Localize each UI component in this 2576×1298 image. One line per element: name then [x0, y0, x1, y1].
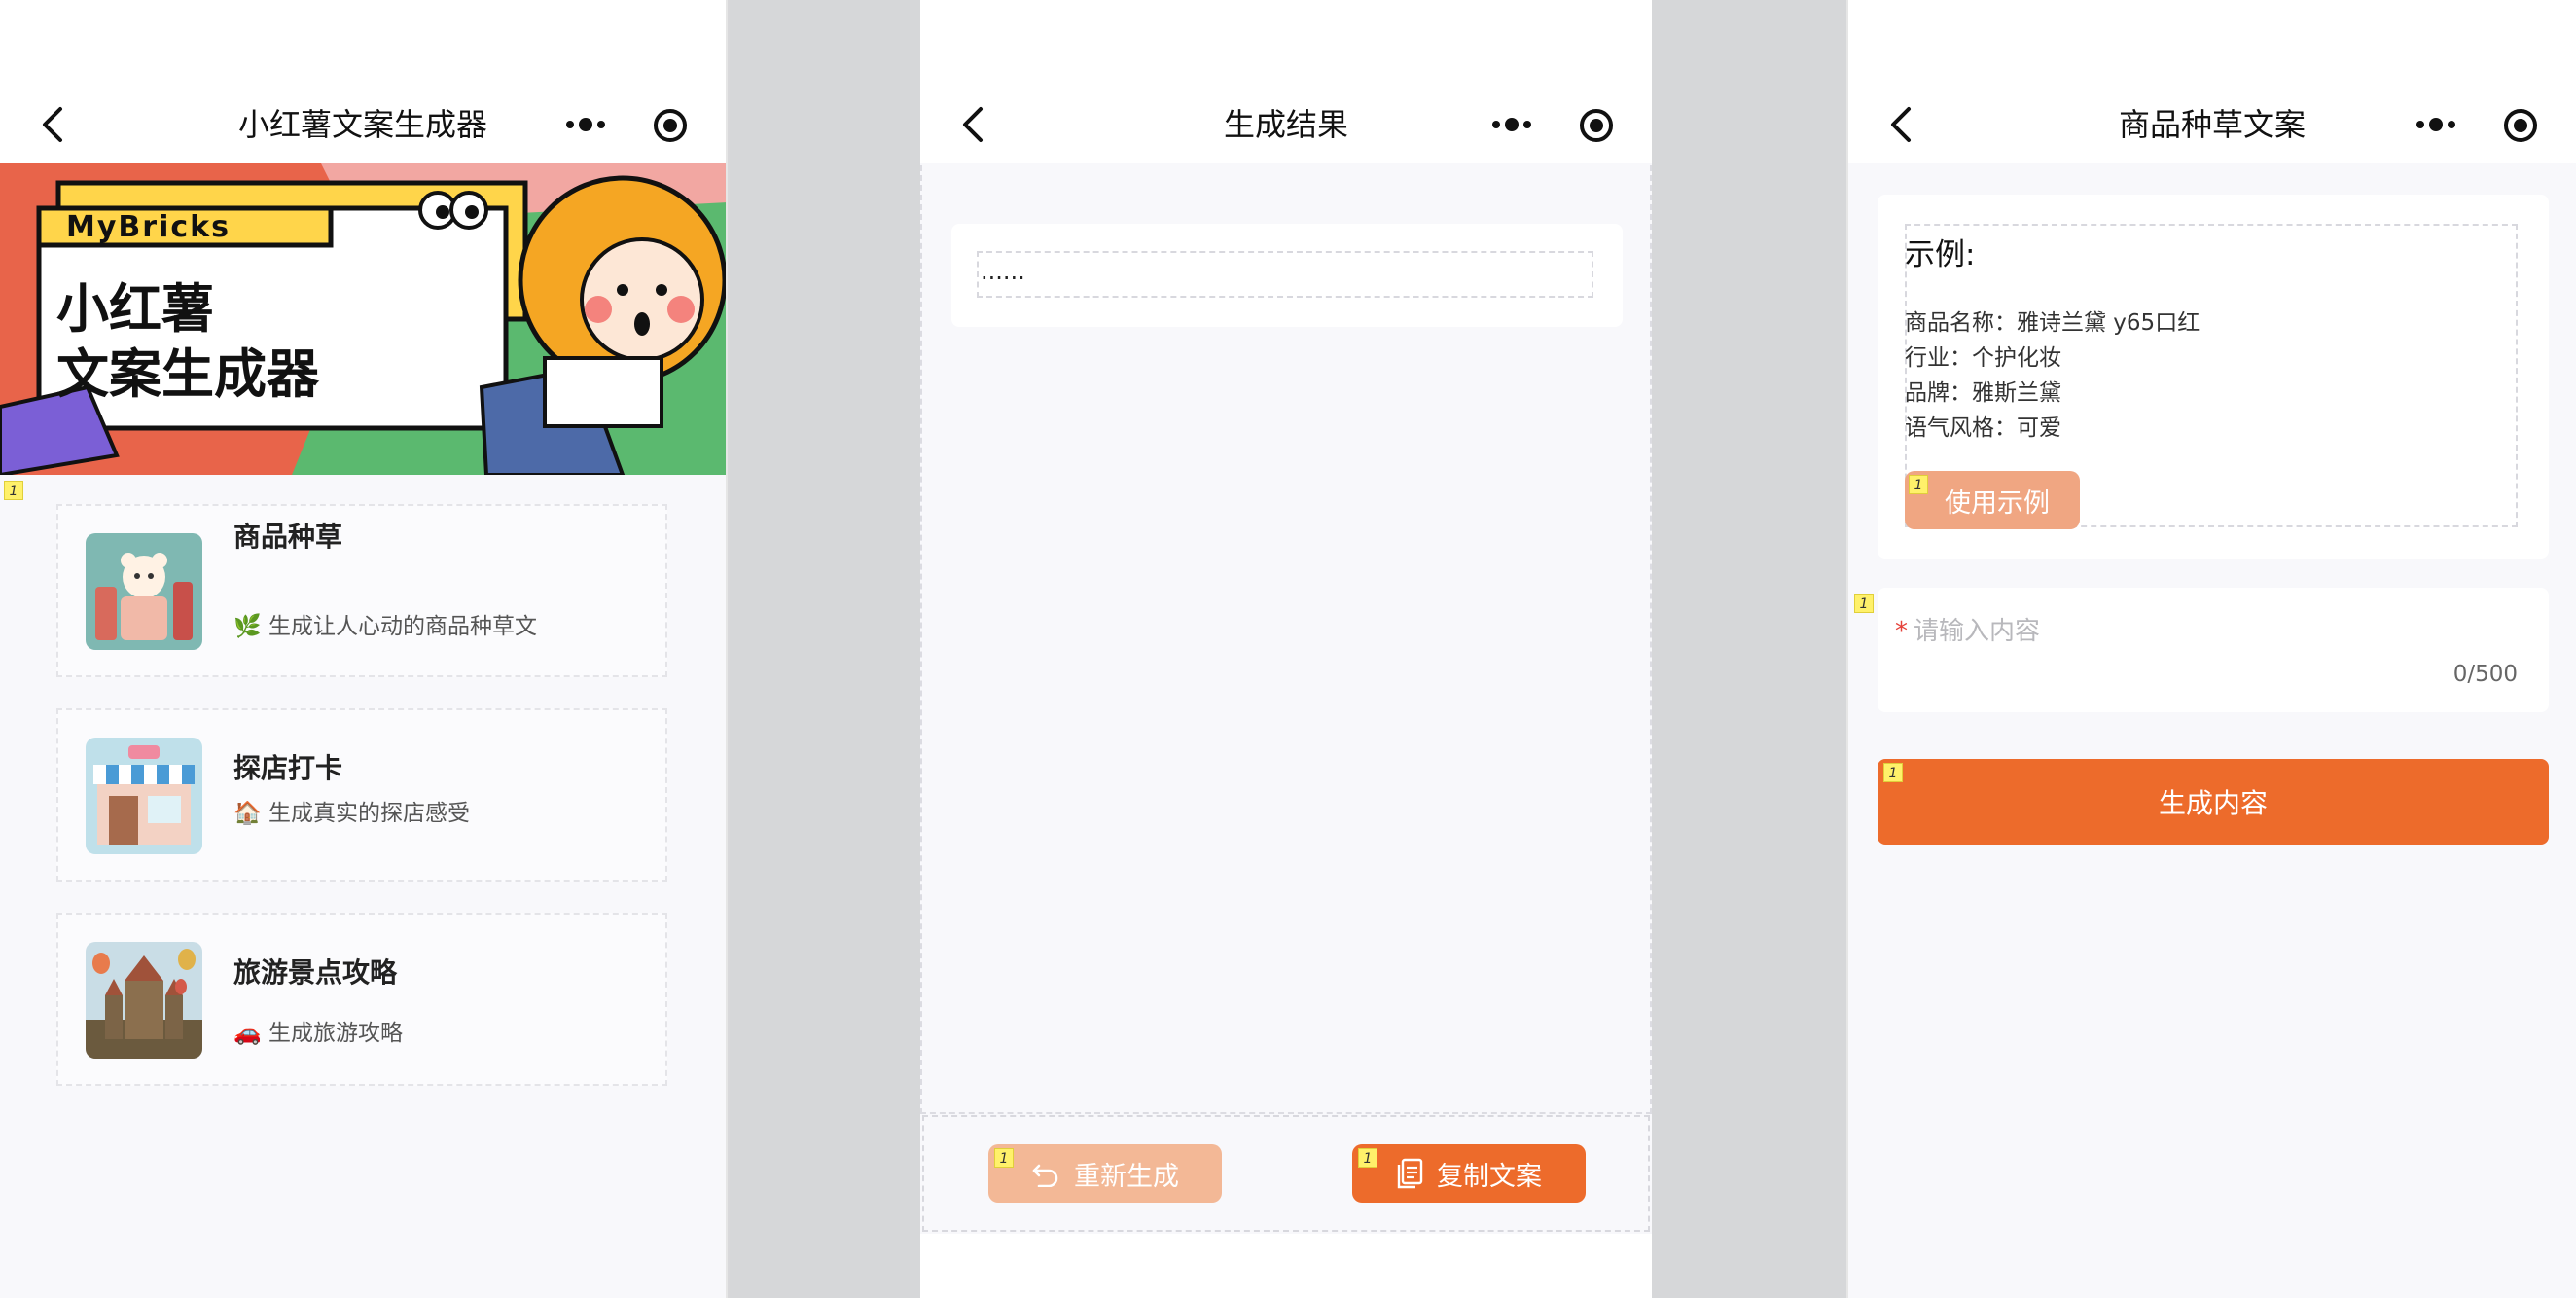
debug-badge: 1 [1883, 763, 1903, 782]
content-input-card[interactable] [1878, 588, 2549, 712]
copy-button[interactable]: 复制文案 [1352, 1144, 1586, 1203]
card-desc: 🚗 生成旅游攻略 [233, 1021, 403, 1046]
car-emoji-icon: 🚗 [233, 1021, 262, 1046]
category-card-product[interactable]: 商品种草 🌿 生成让人心动的商品种草文 [56, 504, 667, 677]
page-title: 生成结果 [1223, 106, 1348, 143]
copy-label: 复制文案 [1437, 1161, 1542, 1192]
generate-button[interactable]: 生成内容 [1878, 759, 2549, 845]
card-title: 商品种草 [233, 521, 343, 553]
nav-bar: 生成结果 [920, 0, 1652, 163]
result-text[interactable]: ...... [977, 251, 1593, 298]
thumbnail-storefront [86, 738, 202, 854]
screen-result: 生成结果 ...... 重新生成 1 复制文案 1 [920, 0, 1652, 1298]
hero-banner: MyBricks 小红薯 文案生成器 [0, 163, 726, 475]
copy-doc-icon [1397, 1158, 1423, 1189]
more-dots-icon[interactable] [1490, 113, 1533, 136]
page-title: 小红薯文案生成器 [237, 106, 487, 143]
safe-area [920, 1234, 1652, 1298]
card-desc: 🏠 生成真实的探店感受 [233, 801, 470, 826]
example-line: 品牌：雅斯兰黛 [1905, 380, 2061, 406]
regenerate-button[interactable]: 重新生成 [988, 1144, 1222, 1203]
close-target-icon[interactable] [652, 107, 689, 144]
debug-badge: 1 [994, 1148, 1014, 1168]
debug-badge: 1 [1854, 594, 1874, 613]
content-input[interactable]: * 请输入内容 [1895, 611, 2040, 647]
debug-badge: 1 [4, 481, 23, 500]
screen-home: 小红薯文案生成器 MyBricks 小红薯 文案生成器 1 商品种草 🌿 生成让… [0, 0, 728, 1298]
more-dots-icon[interactable] [564, 113, 607, 136]
example-line: 行业：个护化妆 [1905, 345, 2061, 371]
debug-badge: 1 [1909, 475, 1928, 494]
example-line: 商品名称：雅诗兰黛 y65口红 [1905, 310, 2200, 336]
gutter-right [1652, 0, 1846, 1298]
card-title: 旅游景点攻略 [233, 956, 398, 989]
screen-product-copy: 商品种草文案 示例: 商品名称：雅诗兰黛 y65口红 行业：个护化妆 品牌：雅斯… [1846, 0, 2576, 1298]
card-title: 探店打卡 [233, 752, 343, 784]
category-card-store[interactable]: 探店打卡 🏠 生成真实的探店感受 [56, 708, 667, 882]
debug-badge: 1 [1358, 1148, 1377, 1168]
close-target-icon[interactable] [2502, 107, 2539, 144]
nav-bar: 商品种草文案 [1848, 0, 2576, 163]
category-card-travel[interactable]: 旅游景点攻略 🚗 生成旅游攻略 [56, 913, 667, 1086]
thumbnail-castle [86, 942, 202, 1059]
close-target-icon[interactable] [1578, 107, 1615, 144]
house-emoji-icon: 🏠 [233, 801, 262, 826]
required-mark: * [1895, 617, 1908, 646]
char-counter: 0/500 [2452, 662, 2518, 687]
banner-brand: MyBricks [66, 210, 231, 244]
banner-line2: 文案生成器 [56, 343, 319, 405]
card-desc: 🌿 生成让人心动的商品种草文 [233, 614, 537, 639]
input-placeholder: 请输入内容 [1914, 617, 2041, 646]
example-line: 语气风格：可爱 [1905, 415, 2061, 441]
page-title: 商品种草文案 [2118, 106, 2306, 143]
example-title: 示例: [1905, 237, 1976, 272]
regenerate-label: 重新生成 [1074, 1161, 1179, 1192]
undo-icon [1032, 1164, 1058, 1187]
gutter-left [730, 0, 920, 1298]
more-dots-icon[interactable] [2415, 113, 2457, 136]
nav-bar: 小红薯文案生成器 [0, 0, 726, 163]
thumbnail-cosmetics [86, 533, 202, 650]
use-example-button[interactable]: 使用示例 [1905, 471, 2080, 529]
leaf-emoji-icon: 🌿 [233, 614, 262, 639]
